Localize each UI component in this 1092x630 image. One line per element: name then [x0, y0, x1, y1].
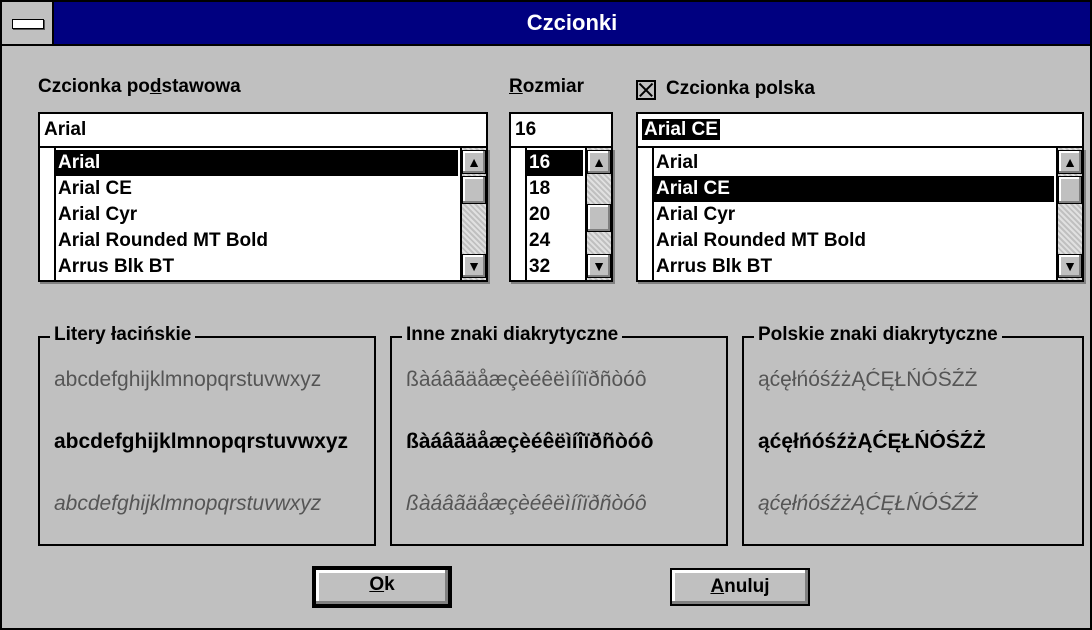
size-item[interactable]: 18	[527, 176, 583, 202]
polish-font-list[interactable]: Arial Arial CE Arial Cyr Arial Rounded M…	[636, 148, 1084, 282]
scroll-up-arrow-icon[interactable]: ▲	[587, 150, 611, 174]
other-sample-italic: ßàáâãäåæçèéêëìíîïðñòóô	[406, 492, 647, 515]
base-font-item[interactable]: Arial CE	[56, 176, 458, 202]
polish-font-item[interactable]: Arrus Blk BT	[654, 254, 1054, 280]
latin-sample-normal: abcdefghijklmnopqrstuvwxyz	[54, 368, 322, 391]
base-font-input[interactable]: Arial	[38, 112, 488, 148]
other-diacritics-group: Inne znaki diakrytyczne ßàáâãäåæçèéêëìíî…	[390, 324, 728, 546]
other-diacritics-group-title: Inne znaki diakrytyczne	[402, 324, 623, 346]
size-label-accesskey: R	[509, 76, 523, 97]
scroll-up-arrow-icon[interactable]: ▲	[462, 150, 486, 174]
base-font-label-accesskey: d	[149, 76, 162, 97]
latin-sample-bold: abcdefghijklmnopqrstuvwxyz	[54, 430, 349, 453]
cancel-button[interactable]: Anuluj	[670, 568, 810, 606]
title-bar: Czcionki	[2, 2, 1090, 46]
polish-sample-italic: ąćęłńóśźżĄĆĘŁŃÓŚŹŻ	[758, 492, 978, 515]
latin-letters-group-title: Litery łacińskie	[50, 324, 196, 346]
base-font-item[interactable]: Arrus Blk BT	[56, 254, 458, 280]
base-font-input-value: Arial	[44, 119, 87, 140]
polish-font-input-value: Arial CE	[642, 119, 720, 140]
size-label-rest: ozmiar	[522, 76, 584, 97]
polish-sample-normal: ąćęłńóśźżĄĆĘŁŃÓŚŹŻ	[758, 368, 978, 391]
size-scrollbar[interactable]: ▲ ▼	[585, 148, 611, 280]
ok-button[interactable]: Ok	[312, 566, 452, 608]
base-font-scrollbar[interactable]: ▲ ▼	[460, 148, 486, 280]
polish-font-scrollbar[interactable]: ▲ ▼	[1056, 148, 1082, 280]
scroll-down-arrow-icon[interactable]: ▼	[1058, 254, 1082, 278]
size-input-value: 16	[515, 119, 537, 140]
latin-letters-group: Litery łacińskie abcdefghijklmnopqrstuvw…	[38, 324, 376, 546]
latin-sample-italic: abcdefghijklmnopqrstuvwxyz	[54, 492, 322, 515]
window-title: Czcionki	[526, 10, 618, 35]
ok-button-label: k	[384, 574, 395, 595]
polish-font-item[interactable]: Arial	[654, 150, 1054, 176]
base-font-item[interactable]: Arial	[56, 150, 458, 176]
size-item[interactable]: 24	[527, 228, 583, 254]
base-font-list[interactable]: Arial Arial CE Arial Cyr Arial Rounded M…	[38, 148, 488, 282]
polish-diacritics-group-title: Polskie znaki diakrytyczne	[754, 324, 1002, 346]
size-item[interactable]: 16	[527, 150, 583, 176]
other-sample-bold: ßàáâãäåæçèéêëìíîïðñòóô	[406, 430, 654, 453]
scroll-up-arrow-icon[interactable]: ▲	[1058, 150, 1082, 174]
base-font-label-part1: Czcionka po	[38, 76, 150, 97]
polish-font-checkbox[interactable]	[636, 80, 656, 100]
scroll-thumb[interactable]	[1058, 176, 1082, 204]
scroll-down-arrow-icon[interactable]: ▼	[587, 254, 611, 278]
base-font-item[interactable]: Arial Rounded MT Bold	[56, 228, 458, 254]
scroll-down-arrow-icon[interactable]: ▼	[462, 254, 486, 278]
polish-font-item[interactable]: Arial Rounded MT Bold	[654, 228, 1054, 254]
fonts-dialog: Czcionki Czcionka podstawowa Arial Arial…	[0, 0, 1092, 630]
polish-font-item[interactable]: Arial Cyr	[654, 202, 1054, 228]
cancel-button-accesskey: A	[710, 576, 725, 597]
ok-button-accesskey: O	[369, 574, 385, 595]
polish-diacritics-group: Polskie znaki diakrytyczne ąćęłńóśźżĄĆĘŁ…	[742, 324, 1084, 546]
base-font-item[interactable]: Arial Cyr	[56, 202, 458, 228]
polish-font-input[interactable]: Arial CE	[636, 112, 1084, 148]
size-label: Rozmiar	[509, 76, 584, 98]
size-item[interactable]: 32	[527, 254, 583, 280]
system-menu-icon	[12, 19, 44, 29]
polish-sample-bold: ąćęłńóśźżĄĆĘŁŃÓŚŹŻ	[758, 430, 986, 453]
cancel-button-label: nuluj	[724, 576, 770, 597]
scroll-thumb[interactable]	[587, 204, 611, 232]
polish-font-item[interactable]: Arial CE	[654, 176, 1054, 202]
other-sample-normal: ßàáâãäåæçèéêëìíîïðñòóô	[406, 368, 647, 391]
base-font-label-part2: stawowa	[161, 76, 241, 97]
size-list[interactable]: 16 18 20 24 32 ▲ ▼	[509, 148, 613, 282]
base-font-label: Czcionka podstawowa	[38, 76, 241, 98]
size-input[interactable]: 16	[509, 112, 613, 148]
scroll-thumb[interactable]	[462, 176, 486, 204]
polish-font-checkbox-label[interactable]: Czcionka polska	[666, 78, 815, 100]
system-menu-button[interactable]	[2, 2, 54, 44]
size-item[interactable]: 20	[527, 202, 583, 228]
